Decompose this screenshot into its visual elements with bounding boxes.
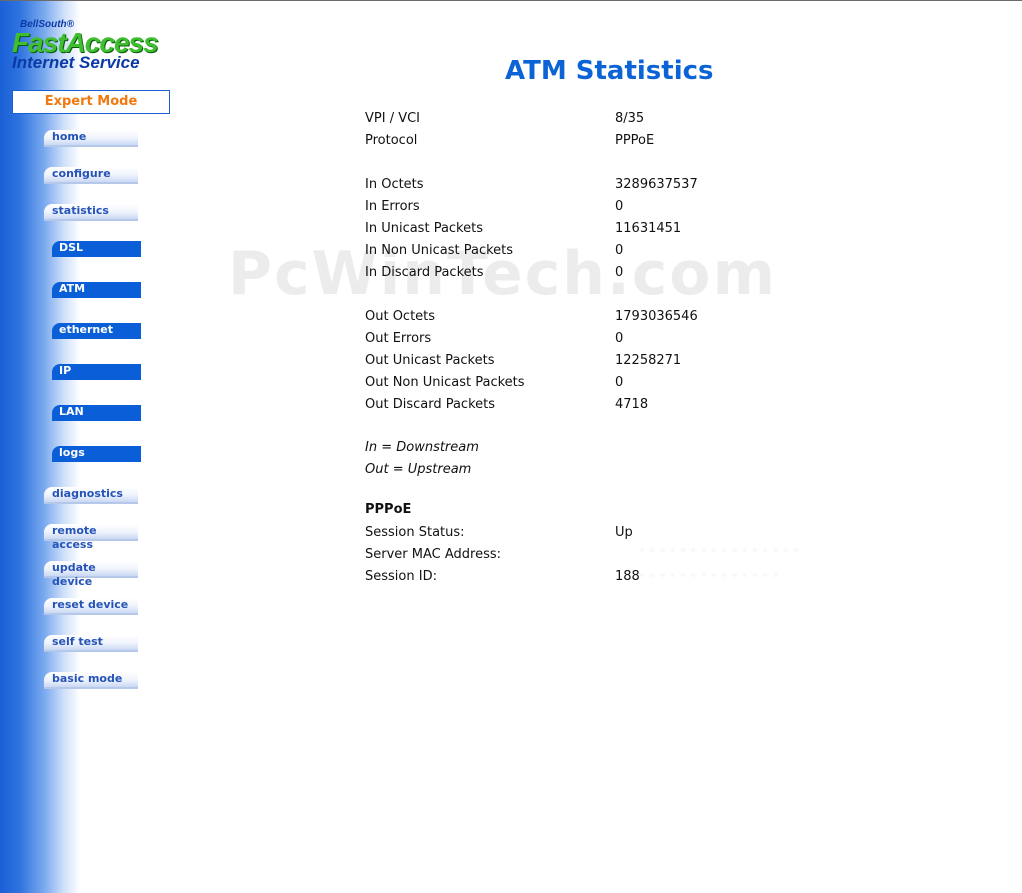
stat-label: In Octets [365, 177, 424, 192]
bellsouth-logo: BellSouth® FastAccess Internet Service [12, 17, 182, 77]
session-status-value: Up [615, 525, 633, 540]
logo-line3: Internet Service [12, 53, 140, 72]
nav-configure[interactable]: configure [44, 167, 138, 184]
stat-value: 12258271 [615, 353, 682, 368]
session-id-label: Session ID: [365, 569, 437, 584]
stat-value: 0 [615, 375, 624, 390]
server-mac-redacted: · · · · · · · · · · · · · · · · [640, 544, 800, 559]
session-status-label: Session Status: [365, 525, 465, 540]
nav-ethernet[interactable]: ethernet [52, 323, 141, 339]
stat-label: In Non Unicast Packets [365, 243, 514, 258]
server-mac-label: Server MAC Address: [365, 547, 502, 562]
nav-dsl[interactable]: DSL [52, 241, 141, 257]
nav-reset-device[interactable]: reset device [44, 598, 138, 615]
stat-label: Out Discard Packets [365, 397, 496, 412]
session-id-value: 188 [615, 569, 640, 584]
stat-value: 0 [615, 243, 624, 258]
stat-value: 0 [615, 265, 624, 280]
stat-value: PPPoE [615, 133, 655, 148]
note-downstream: In = Downstream [365, 440, 479, 455]
pppoe-heading: PPPoE [365, 502, 412, 517]
stat-label: In Discard Packets [365, 265, 484, 280]
nav-lan[interactable]: LAN [52, 405, 141, 421]
nav-remote-access[interactable]: remote access [44, 524, 138, 551]
nav-logs[interactable]: logs [52, 446, 141, 462]
stat-label: Out Non Unicast Packets [365, 375, 525, 390]
stat-value: 11631451 [615, 221, 682, 236]
nav-atm[interactable]: ATM [52, 282, 141, 298]
stat-value: 3289637537 [615, 177, 698, 192]
page-title: ATM Statistics [505, 56, 714, 86]
nav-update-device[interactable]: update device [44, 561, 138, 588]
stat-label: In Errors [365, 199, 420, 214]
stat-label: VPI / VCI [365, 111, 421, 126]
note-upstream: Out = Upstream [365, 462, 472, 477]
session-id-redacted: · · · · · · · · · · · · · · [640, 569, 779, 584]
nav-home[interactable]: home [44, 130, 138, 147]
stat-label: Protocol [365, 133, 418, 148]
stat-value: 1793036546 [615, 309, 698, 324]
stat-value: 8/35 [615, 111, 645, 126]
stat-label: Out Errors [365, 331, 432, 346]
nav-diagnostics[interactable]: diagnostics [44, 487, 138, 504]
stat-label: In Unicast Packets [365, 221, 483, 236]
nav-basic-mode[interactable]: basic mode [44, 672, 138, 689]
expert-mode-label: Expert Mode [12, 90, 170, 114]
stat-label: Out Unicast Packets [365, 353, 495, 368]
stat-label: Out Octets [365, 309, 436, 324]
stat-value: 0 [615, 199, 624, 214]
nav-statistics[interactable]: statistics [44, 204, 138, 221]
stat-value: 0 [615, 331, 624, 346]
nav-self-test[interactable]: self test [44, 635, 138, 652]
stat-value: 4718 [615, 397, 649, 412]
nav-ip[interactable]: IP [52, 364, 141, 380]
